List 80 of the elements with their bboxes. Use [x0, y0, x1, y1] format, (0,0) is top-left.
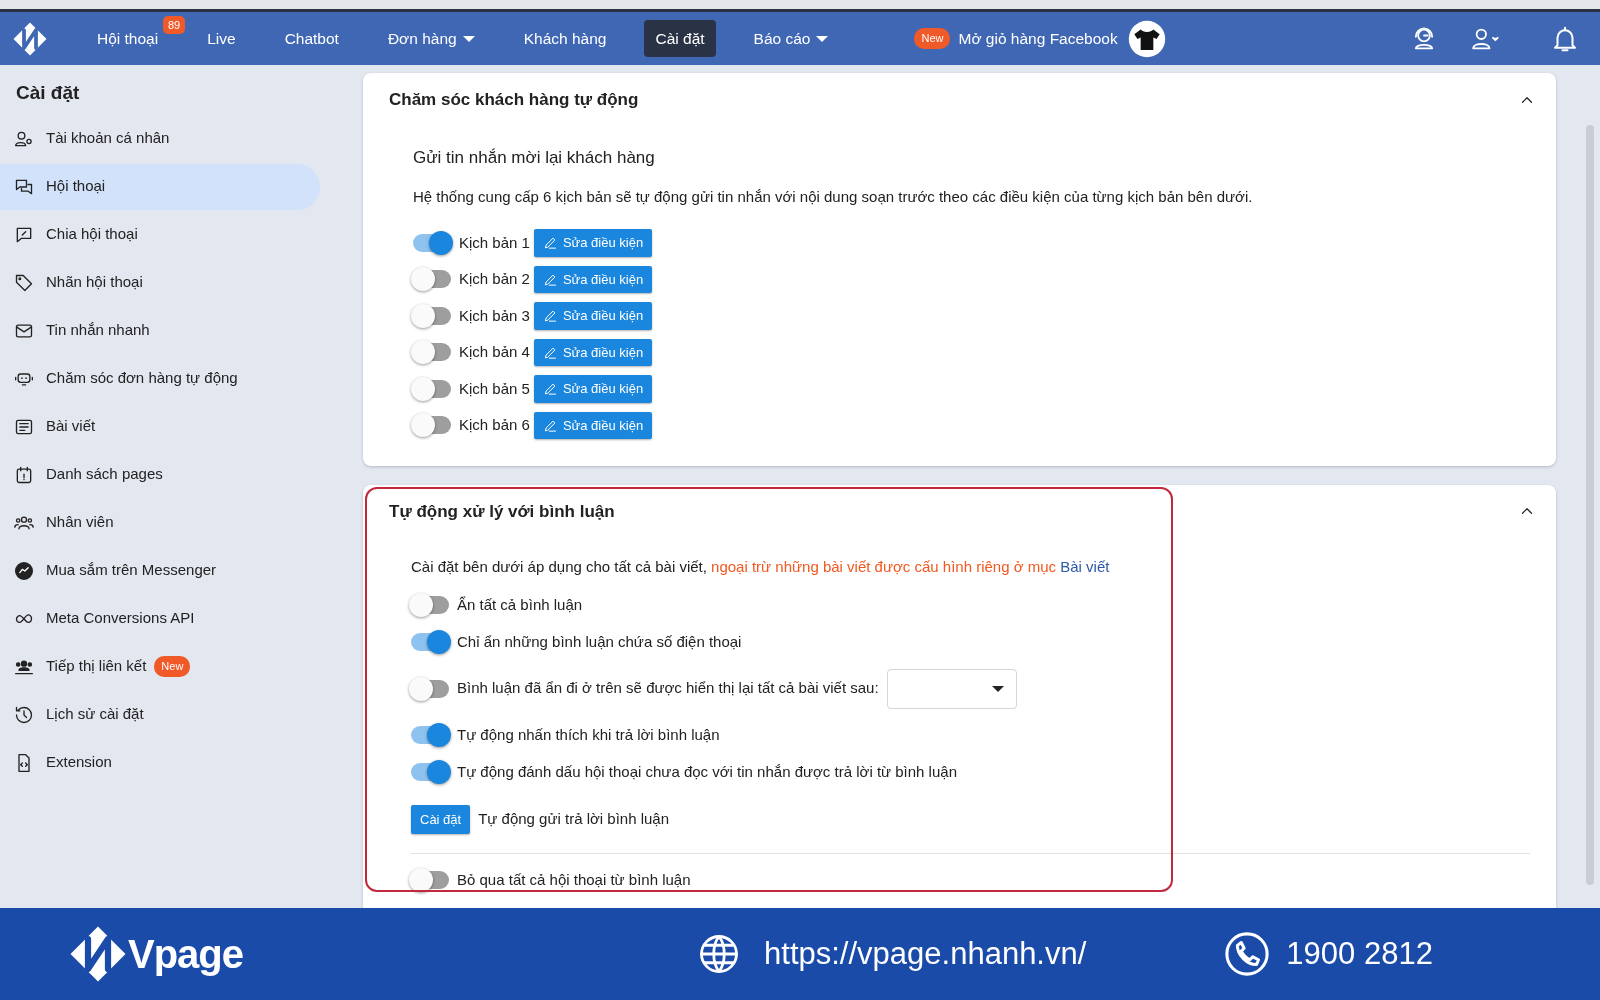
pencil-icon	[542, 308, 558, 324]
toggle-label: Kịch bản 4	[459, 342, 530, 362]
nav-tab[interactable]: Live	[196, 19, 247, 58]
nav-tab[interactable]: Báo cáo	[742, 19, 840, 58]
brand-name: Vpage	[128, 931, 244, 978]
nav-tab[interactable]: Khách hàng	[512, 19, 618, 58]
toggle-switch[interactable]	[413, 416, 451, 435]
scrollbar[interactable]	[1586, 125, 1594, 885]
pencil-icon	[542, 381, 558, 397]
phone-number: 1900 2812	[1286, 934, 1433, 973]
sidebar-item[interactable]: Danh sách pages	[0, 451, 320, 498]
toggle-switch[interactable]	[413, 306, 451, 325]
edit-conditions-button[interactable]: Sửa điều kiện	[533, 229, 653, 257]
nav-tab[interactable]: Chatbot	[273, 19, 350, 58]
calendar-icon	[14, 464, 34, 485]
tag-icon	[14, 272, 34, 293]
toggle-switch[interactable]	[413, 379, 451, 398]
toggle-label: Bỏ qua tất cả hội thoại từ bình luận	[457, 869, 691, 890]
section-title: Chăm sóc khách hàng tự động	[389, 89, 639, 111]
edit-conditions-button[interactable]: Sửa điều kiện	[533, 302, 653, 330]
toggle-label: Kịch bản 1	[459, 232, 530, 253]
toggle-switch[interactable]	[411, 596, 449, 614]
toggle-switch[interactable]	[411, 726, 449, 744]
sidebar-item[interactable]: Tiếp thị liên kết New	[0, 643, 320, 690]
pencil-icon	[542, 235, 558, 251]
nav-tab[interactable]: Cài đặt	[644, 19, 716, 58]
toggle-label: Kịch bản 6	[459, 415, 530, 435]
sidebar-item[interactable]: Nhãn hội thoại	[0, 259, 320, 306]
settings-button[interactable]: Cài đặt	[411, 804, 471, 835]
edit-conditions-button[interactable]: Sửa điều kiện	[533, 338, 653, 366]
toggle-label: Kịch bản 5	[459, 378, 530, 399]
note-text: Cài đặt bên dưới áp dụng cho tất cả bài viết, ngoại trừ những bài viết được cấu hình riêng ở mục Bài viết	[411, 557, 1111, 577]
toggle-label: Ẩn tất cả bình luận	[457, 594, 583, 615]
select-field[interactable]	[886, 668, 1017, 709]
globe-icon	[698, 933, 741, 975]
toggle-switch[interactable]	[413, 270, 451, 289]
tshirt-icon	[1127, 19, 1166, 58]
nav-tab[interactable]: Đơn hàng	[376, 19, 486, 58]
toggle-label: Kịch bản 3	[459, 305, 530, 326]
website-url: https://vpage.nhanh.vn/	[764, 934, 1087, 973]
history-icon	[14, 704, 34, 725]
toggle-switch[interactable]	[413, 233, 451, 252]
posts-link[interactable]: Bài viết	[1060, 558, 1110, 575]
toggle-switch[interactable]	[411, 871, 449, 889]
sidebar-item[interactable]: Chia hội thoại	[0, 211, 320, 258]
sidebar-item[interactable]: Chăm sóc đơn hàng tự động	[0, 355, 320, 402]
edit-conditions-button[interactable]: Sửa điều kiện	[533, 411, 653, 439]
toggle-switch[interactable]	[413, 343, 451, 362]
sidebar-item[interactable]: Mua sắm trên Messenger	[0, 547, 320, 594]
toggle-label: Tự động nhấn thích khi trả lời bình luận	[457, 724, 720, 745]
sidebar-item[interactable]: Meta Conversions API	[0, 595, 320, 642]
toggle-label: Tự động đánh dấu hội thoại chưa đọc với tin nhắn được trả lời từ bình luận	[457, 761, 957, 782]
promo-link[interactable]: New Mở giỏ hàng Facebook	[914, 26, 1118, 51]
new-badge: New	[914, 28, 951, 49]
section-title: Tự động xử lý với bình luận	[389, 500, 615, 523]
sidebar-title: Cài đặt	[15, 81, 81, 105]
caret-icon	[991, 685, 1004, 692]
toggle-switch[interactable]	[411, 763, 449, 781]
setting-label: Tự động gửi trả lời bình luận	[478, 809, 670, 830]
new-badge: New	[154, 656, 191, 677]
toggle-label: Bình luận đã ẩn đi ở trên sẽ được hiển thị lại tất cả bài viết sau:	[457, 678, 879, 699]
sidebar-item[interactable]: Lịch sử cài đặt	[0, 691, 320, 738]
subsection-title: Gửi tin nhắn mời lại khách hàng	[413, 146, 656, 169]
count-badge: 89	[162, 15, 186, 35]
sidebar-item[interactable]: Extension	[0, 739, 320, 786]
toggle-label: Kịch bản 2	[459, 269, 530, 289]
sidebar-item[interactable]: Nhân viên	[0, 499, 320, 546]
edit-conditions-button[interactable]: Sửa điều kiện	[533, 375, 653, 403]
toggle-label: Chỉ ẩn những bình luận chứa số điện thoại	[457, 631, 742, 652]
toggle-switch[interactable]	[411, 633, 449, 651]
sidebar-item[interactable]: Tài khoản cá nhân	[0, 115, 320, 162]
description-text: Hệ thống cung cấp 6 kịch bản sẽ tự động gửi tin nhắn với nội dung soạn trước theo các điều kiện của từng kịch bản bên dưới.	[413, 187, 1254, 207]
messenger-icon	[14, 560, 34, 581]
phone-icon	[1224, 931, 1271, 977]
sidebar-item[interactable]: Tin nhắn nhanh	[0, 307, 320, 354]
logo-icon	[12, 20, 48, 57]
sidebar-item[interactable]: Hội thoại	[0, 163, 320, 210]
sidebar-item[interactable]: Bài viết	[0, 403, 320, 450]
toggle-switch[interactable]	[411, 679, 449, 698]
edit-conditions-button[interactable]: Sửa điều kiện	[533, 265, 653, 293]
